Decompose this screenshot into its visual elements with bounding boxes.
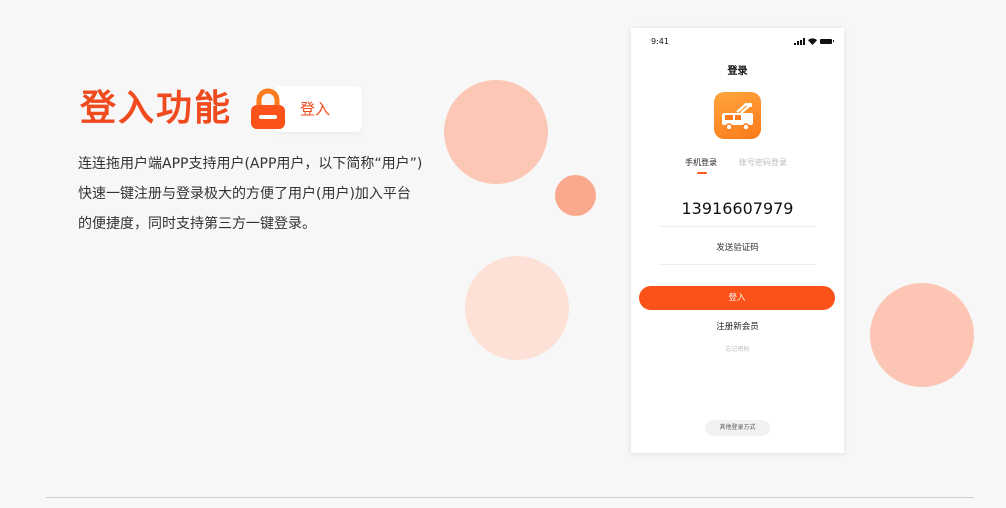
- register-link[interactable]: 注册新会员: [631, 320, 844, 332]
- battery-icon: [820, 38, 834, 44]
- badge-label: 登入: [300, 100, 331, 118]
- bottom-divider: [46, 497, 974, 498]
- forgot-password-link[interactable]: 忘记密码: [631, 344, 844, 353]
- phone-mockup: 9:41 登录 手机登录 账号密码登录 13916607979 发送验证码 登入…: [631, 28, 844, 453]
- lock-icon: [251, 88, 286, 129]
- decor-circle-small: [555, 175, 596, 216]
- decor-circle-large-bottom: [465, 256, 569, 360]
- tab-phone-login[interactable]: 手机登录: [685, 157, 717, 168]
- page-title: 登录: [727, 66, 748, 77]
- phone-number-input[interactable]: 13916607979: [659, 192, 816, 227]
- feature-title: 登入功能: [80, 88, 233, 129]
- signal-icon: [794, 37, 805, 45]
- tab-account-login[interactable]: 账号密码登录: [739, 157, 787, 168]
- active-tab-indicator: [697, 172, 707, 174]
- wifi-icon: [808, 37, 817, 45]
- login-button[interactable]: 登入: [639, 286, 835, 310]
- decor-circle-right: [870, 283, 974, 387]
- tow-truck-app-icon: [714, 92, 761, 139]
- status-time: 9:41: [651, 37, 669, 46]
- feature-description: 连连拖用户端APP支持用户(APP用户，以下简称“用户”)快速一键注册与登录极大…: [78, 156, 423, 232]
- feature-heading: 登入功能 登入: [80, 84, 363, 134]
- status-icons: [794, 37, 834, 45]
- login-badge: 登入: [248, 86, 363, 132]
- other-login-button[interactable]: 其他登录方式: [705, 420, 770, 436]
- decor-circle-large-top: [444, 80, 548, 184]
- send-code-button[interactable]: 发送验证码: [659, 232, 816, 265]
